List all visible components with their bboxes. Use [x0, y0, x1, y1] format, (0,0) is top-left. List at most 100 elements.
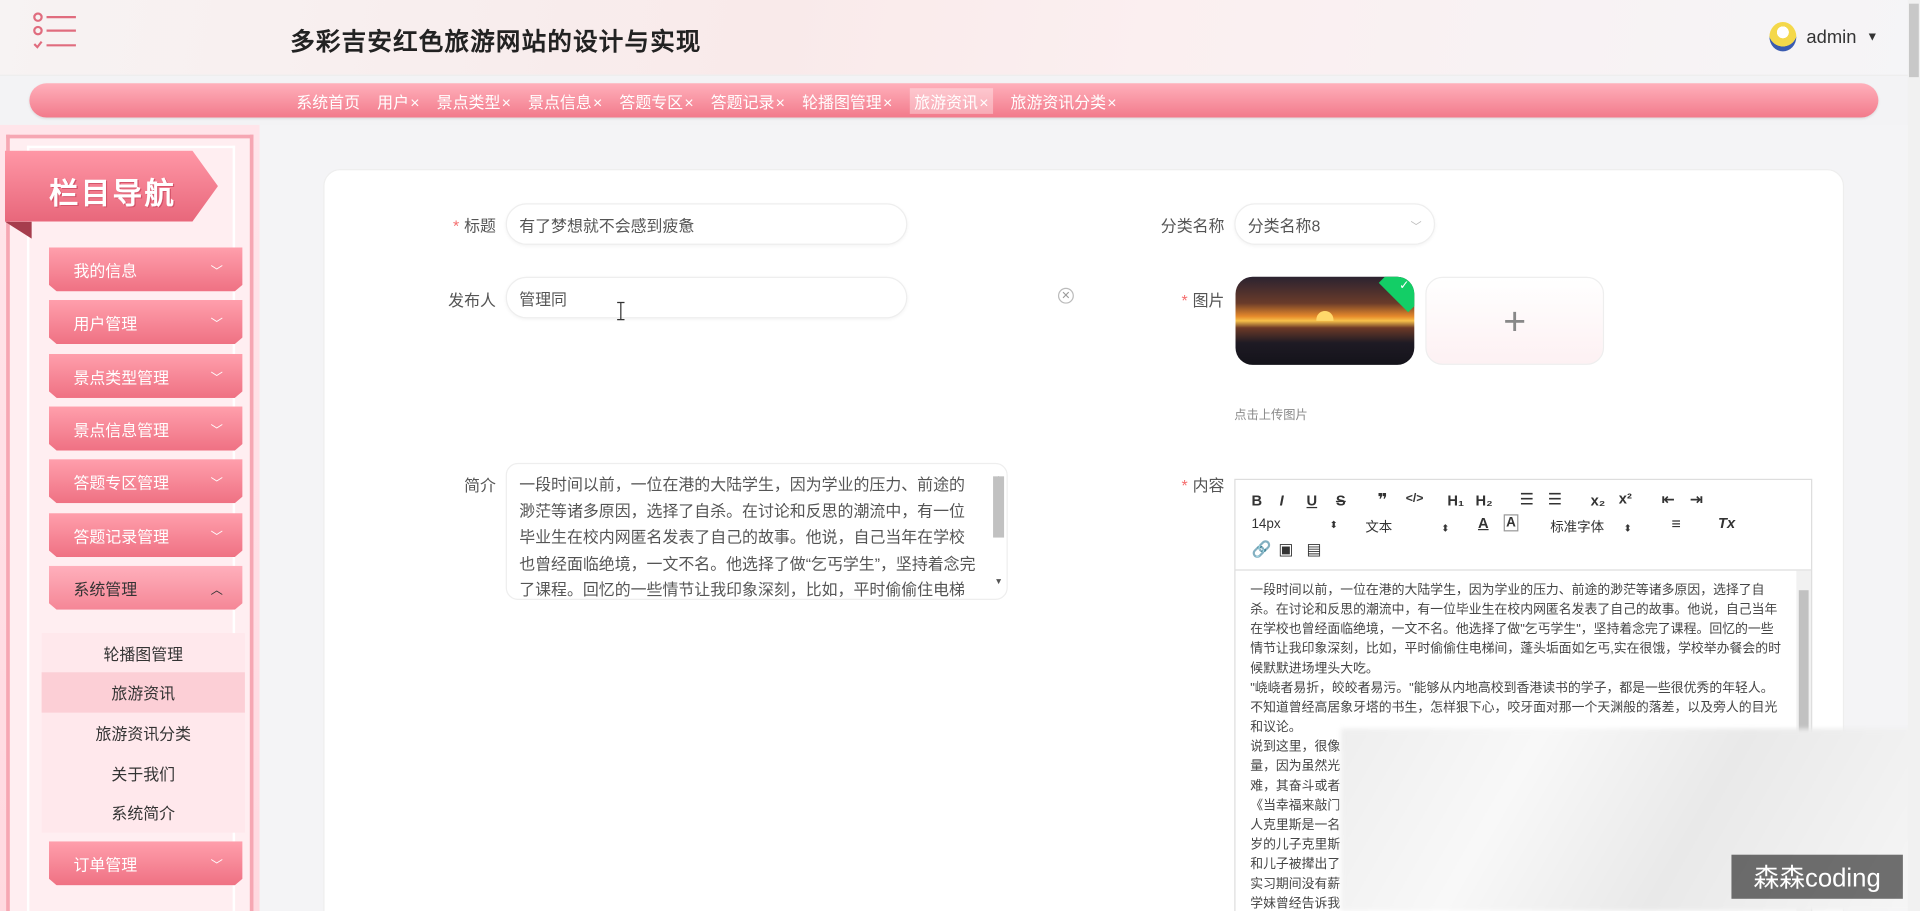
indent-icon[interactable]: ⇥ — [1690, 490, 1703, 510]
subscript-icon[interactable]: x₂ — [1591, 492, 1606, 509]
close-icon[interactable]: × — [502, 92, 511, 110]
chevron-down-icon: ﹀ — [210, 372, 223, 386]
paragraph-value: 文本 — [1365, 520, 1393, 536]
tab-label: 景点类型 — [436, 92, 501, 111]
menu-label: 景点类型管理 — [73, 367, 170, 387]
close-icon[interactable]: × — [684, 92, 693, 110]
updown-icon: ⬍ — [1329, 519, 1338, 531]
tab-home[interactable]: 系统首页 — [296, 89, 360, 112]
bold-icon[interactable]: B — [1251, 492, 1262, 509]
close-icon[interactable]: × — [883, 92, 892, 110]
tab-travel-news[interactable]: 旅游资讯× — [909, 87, 994, 114]
background-color-icon[interactable]: A — [1503, 514, 1519, 532]
summary-label: 简介 — [464, 476, 496, 495]
superscript-icon[interactable]: x² — [1619, 490, 1632, 507]
menu-scenic-info-management[interactable]: 景点信息管理 ﹀ — [48, 406, 243, 451]
add-image-button[interactable]: + — [1425, 276, 1605, 365]
menu-quiz-management[interactable]: 答题专区管理 ﹀ — [48, 459, 243, 504]
italic-icon[interactable]: I — [1280, 492, 1284, 509]
ordered-list-icon[interactable]: ☰ — [1520, 490, 1534, 510]
close-icon[interactable]: × — [593, 92, 602, 110]
summary-textarea[interactable]: 一段时间以前，一位在港的大陆学生，因为学业的压力、前途的渺茫等诸多原因，选择了自… — [505, 462, 1008, 601]
tab-label: 景点信息 — [528, 92, 592, 111]
chevron-down-icon: ﹀ — [210, 531, 223, 545]
tab-label: 旅游资讯分类 — [1010, 92, 1107, 111]
font-family-select[interactable]: 标准字体 ⬍ — [1550, 517, 1632, 537]
menu-label: 订单管理 — [73, 855, 138, 874]
editor-toolbar: B I U S ❞ </> H₁ H₂ ☰ ☰ x₂ x² ⇤ ⇥ 14px ⬍ … — [1235, 480, 1812, 571]
chevron-down-icon: ﹀ — [210, 265, 223, 280]
strikethrough-icon[interactable]: S — [1336, 492, 1346, 509]
title-input[interactable]: 有了梦想就不会感到疲惫 — [505, 203, 908, 245]
updown-icon: ⬍ — [1623, 522, 1632, 534]
paragraph-select[interactable]: 文本 ⬍ — [1365, 517, 1449, 537]
menu-label: 用户管理 — [73, 314, 138, 333]
image-label: * 图片 — [1181, 291, 1225, 310]
heading1-icon[interactable]: H₁ — [1447, 492, 1464, 509]
font-size-select[interactable]: 14px ⬍ — [1251, 517, 1337, 532]
tab-label: 旅游资讯 — [914, 92, 978, 111]
underline-icon[interactable]: U — [1307, 492, 1318, 509]
quote-icon[interactable]: ❞ — [1378, 490, 1388, 511]
submenu-system-intro[interactable]: 系统简介 — [42, 792, 245, 832]
category-value: 分类名称8 — [1247, 216, 1321, 235]
menu-order-management[interactable]: 订单管理 ﹀ — [48, 841, 243, 886]
video-icon[interactable]: ▤ — [1307, 540, 1322, 560]
tab-travel-news-category[interactable]: 旅游资讯分类× — [1011, 89, 1117, 112]
tab-scenic-types[interactable]: 景点类型× — [437, 89, 511, 112]
tab-scenic-info[interactable]: 景点信息× — [528, 89, 602, 112]
close-icon[interactable]: × — [776, 92, 785, 110]
tab-quiz[interactable]: 答题专区× — [619, 89, 693, 112]
menu-toggle-icon[interactable] — [32, 12, 81, 51]
user-menu[interactable]: admin ▼ — [1769, 22, 1878, 52]
code-icon[interactable]: </> — [1406, 492, 1424, 505]
tabs-bar: 系统首页 用户× 景点类型× 景点信息× 答题专区× 答题记录× 轮播图管理× … — [29, 83, 1879, 118]
menu-label: 我的信息 — [73, 261, 138, 280]
page-scrollbar[interactable] — [1907, 0, 1920, 911]
chevron-down-icon: ﹀ — [210, 477, 223, 492]
outdent-icon[interactable]: ⇤ — [1662, 490, 1675, 510]
site-title: 多彩吉安红色旅游网站的设计与实现 — [290, 29, 702, 57]
category-select[interactable]: 分类名称8 ﹀ — [1234, 203, 1436, 245]
link-icon[interactable]: 🔗 — [1251, 540, 1271, 560]
title-label: * 标题 — [452, 216, 496, 236]
submenu-about-us[interactable]: 关于我们 — [42, 753, 245, 793]
uploaded-image-thumbnail[interactable]: ✓ — [1235, 276, 1415, 365]
close-icon[interactable]: × — [410, 92, 419, 110]
font-color-icon[interactable]: A — [1478, 514, 1489, 531]
heading2-icon[interactable]: H₂ — [1476, 492, 1493, 509]
close-icon[interactable]: × — [1107, 92, 1116, 110]
content-label: * 内容 — [1181, 476, 1225, 495]
chevron-down-icon: ﹀ — [210, 318, 223, 332]
plus-icon: + — [1503, 298, 1527, 343]
clear-format-icon[interactable]: Tx — [1718, 514, 1735, 531]
menu-scenic-type-management[interactable]: 景点类型管理 ﹀ — [48, 353, 243, 398]
menu-user-management[interactable]: 用户管理 ﹀ — [48, 300, 243, 345]
submenu-travel-news[interactable]: 旅游资讯 — [41, 672, 245, 713]
menu-system-management[interactable]: 系统管理 ︿ — [48, 565, 243, 610]
sun-shape — [1316, 311, 1334, 321]
clear-icon[interactable]: ✕ — [1057, 287, 1074, 304]
bullet-list-icon[interactable]: ☰ — [1548, 490, 1562, 510]
tab-users[interactable]: 用户× — [377, 89, 419, 112]
close-icon[interactable]: × — [979, 92, 988, 110]
menu-label: 系统管理 — [73, 579, 138, 599]
textarea-scrollbar[interactable] — [993, 476, 1005, 538]
scroll-down-icon[interactable]: ▼ — [994, 569, 1002, 595]
submenu-carousel[interactable]: 轮播图管理 — [42, 633, 245, 673]
tab-label: 系统首页 — [296, 92, 361, 111]
page-scrollbar-thumb[interactable] — [1908, 3, 1919, 78]
tab-carousel[interactable]: 轮播图管理× — [802, 89, 892, 112]
menu-quiz-records-management[interactable]: 答题记录管理 ﹀ — [48, 513, 243, 558]
tab-quiz-records[interactable]: 答题记录× — [711, 89, 785, 112]
avatar — [1769, 22, 1797, 52]
align-icon[interactable]: ≡ — [1671, 514, 1680, 532]
submenu-travel-news-category[interactable]: 旅游资讯分类 — [42, 713, 245, 753]
tab-label: 用户 — [377, 92, 410, 111]
image-icon[interactable]: ▣ — [1278, 540, 1293, 560]
editor-scrollbar-thumb[interactable] — [1798, 590, 1809, 750]
publisher-input[interactable]: 管理同 — [505, 276, 908, 319]
menu-my-info[interactable]: 我的信息 ﹀ — [48, 247, 243, 292]
upload-tip: 点击上传图片 — [1234, 408, 1308, 423]
nav-banner-title: 栏目导航 — [48, 177, 177, 211]
